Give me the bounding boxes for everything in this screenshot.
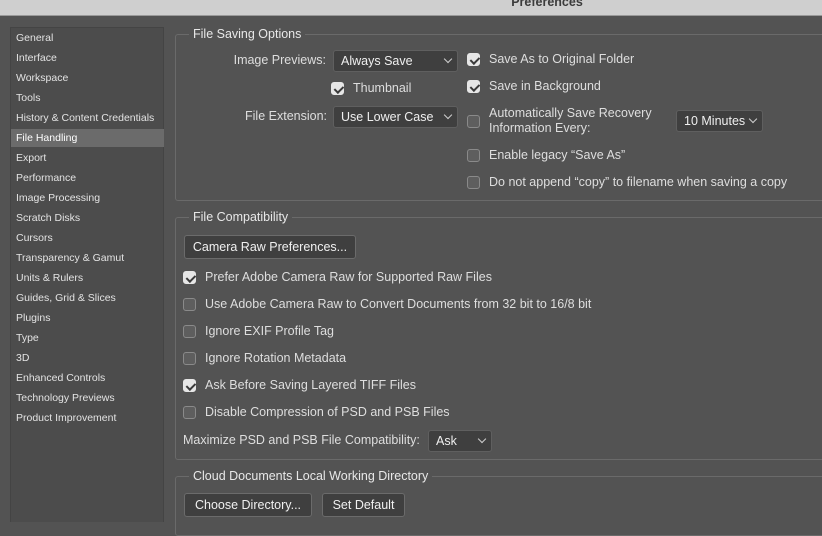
sidebar-item-enhanced-controls[interactable]: Enhanced Controls — [11, 369, 164, 387]
recovery-interval-select[interactable]: 10 Minutes — [676, 110, 763, 132]
file-extension-value: Use Lower Case — [341, 110, 434, 124]
sidebar-item-guides[interactable]: Guides, Grid & Slices — [11, 289, 164, 307]
sidebar-item-image-processing[interactable]: Image Processing — [11, 189, 164, 207]
sidebar-item-type[interactable]: Type — [11, 329, 164, 347]
chevron-down-icon — [443, 54, 453, 64]
prefer-camera-raw-label: Prefer Adobe Camera Raw for Supported Ra… — [205, 270, 492, 284]
sidebar-item-units-rulers[interactable]: Units & Rulers — [11, 269, 164, 287]
sidebar-item-cursors[interactable]: Cursors — [11, 229, 164, 247]
sidebar-item-plugins[interactable]: Plugins — [11, 309, 164, 327]
ask-layered-tiff-checkbox[interactable] — [183, 379, 196, 392]
sidebar-item-3d[interactable]: 3D — [11, 349, 164, 367]
maximize-compatibility-select[interactable]: Ask — [428, 430, 492, 452]
ignore-rotation-checkbox[interactable] — [183, 352, 196, 365]
window-title: Preferences — [511, 0, 583, 9]
ignore-rotation-label: Ignore Rotation Metadata — [205, 351, 347, 365]
disable-compression-label: Disable Compression of PSD and PSB Files — [205, 405, 450, 419]
ignore-exif-label: Ignore EXIF Profile Tag — [205, 324, 335, 338]
thumbnail-checkbox[interactable] — [331, 82, 344, 95]
image-previews-select[interactable]: Always Save — [333, 50, 458, 72]
preferences-sidebar: General Interface Workspace Tools Histor… — [10, 27, 164, 522]
sidebar-item-export[interactable]: Export — [11, 149, 164, 167]
save-as-original-folder-checkbox[interactable] — [467, 53, 480, 66]
file-compatibility-title: File Compatibility — [189, 210, 293, 224]
auto-save-recovery-checkbox[interactable] — [467, 115, 480, 128]
sidebar-item-product-improvement[interactable]: Product Improvement — [11, 409, 164, 427]
cloud-documents-title: Cloud Documents Local Working Directory — [189, 469, 433, 483]
sidebar-item-scratch-disks[interactable]: Scratch Disks — [11, 209, 164, 227]
do-not-append-copy-label: Do not append “copy” to filename when sa… — [489, 175, 788, 189]
prefer-camera-raw-checkbox[interactable] — [183, 271, 196, 284]
thumbnail-label: Thumbnail — [353, 81, 412, 95]
sidebar-item-technology-previews[interactable]: Technology Previews — [11, 389, 164, 407]
window-title-bar: Preferences — [0, 0, 822, 16]
auto-save-recovery-label-line2: Information Every: — [489, 121, 591, 135]
save-in-background-checkbox[interactable] — [467, 80, 480, 93]
save-in-background-label: Save in Background — [489, 79, 601, 93]
auto-save-recovery-label-line1: Automatically Save Recovery — [489, 106, 652, 120]
sidebar-item-performance[interactable]: Performance — [11, 169, 164, 187]
image-previews-value: Always Save — [341, 54, 413, 68]
chevron-down-icon — [477, 434, 487, 444]
file-extension-select[interactable]: Use Lower Case — [333, 106, 458, 128]
maximize-compatibility-label: Maximize PSD and PSB File Compatibility: — [183, 433, 420, 447]
set-default-button[interactable]: Set Default — [322, 493, 405, 517]
disable-compression-checkbox[interactable] — [183, 406, 196, 419]
ask-layered-tiff-label: Ask Before Saving Layered TIFF Files — [205, 378, 416, 392]
enable-legacy-save-as-label: Enable legacy “Save As” — [489, 148, 626, 162]
chevron-down-icon — [748, 114, 758, 124]
file-extension-label: File Extension: — [245, 109, 327, 123]
camera-raw-32bit-label: Use Adobe Camera Raw to Convert Document… — [205, 297, 592, 311]
recovery-interval-value: 10 Minutes — [684, 114, 746, 128]
sidebar-item-file-handling[interactable]: File Handling — [11, 129, 164, 147]
save-as-original-folder-label: Save As to Original Folder — [489, 52, 635, 66]
sidebar-item-interface[interactable]: Interface — [11, 49, 164, 67]
sidebar-item-workspace[interactable]: Workspace — [11, 69, 164, 87]
camera-raw-32bit-checkbox[interactable] — [183, 298, 196, 311]
camera-raw-preferences-button[interactable]: Camera Raw Preferences... — [184, 235, 356, 259]
ignore-exif-checkbox[interactable] — [183, 325, 196, 338]
sidebar-item-history[interactable]: History & Content Credentials — [11, 109, 164, 127]
sidebar-item-general[interactable]: General — [11, 29, 164, 47]
enable-legacy-save-as-checkbox[interactable] — [467, 149, 480, 162]
do-not-append-copy-checkbox[interactable] — [467, 176, 480, 189]
choose-directory-button[interactable]: Choose Directory... — [184, 493, 312, 517]
sidebar-item-transparency[interactable]: Transparency & Gamut — [11, 249, 164, 267]
sidebar-item-tools[interactable]: Tools — [11, 89, 164, 107]
chevron-down-icon — [443, 110, 453, 120]
maximize-compatibility-value: Ask — [436, 434, 457, 448]
image-previews-label: Image Previews: — [233, 53, 326, 67]
file-saving-options-title: File Saving Options — [189, 27, 306, 41]
